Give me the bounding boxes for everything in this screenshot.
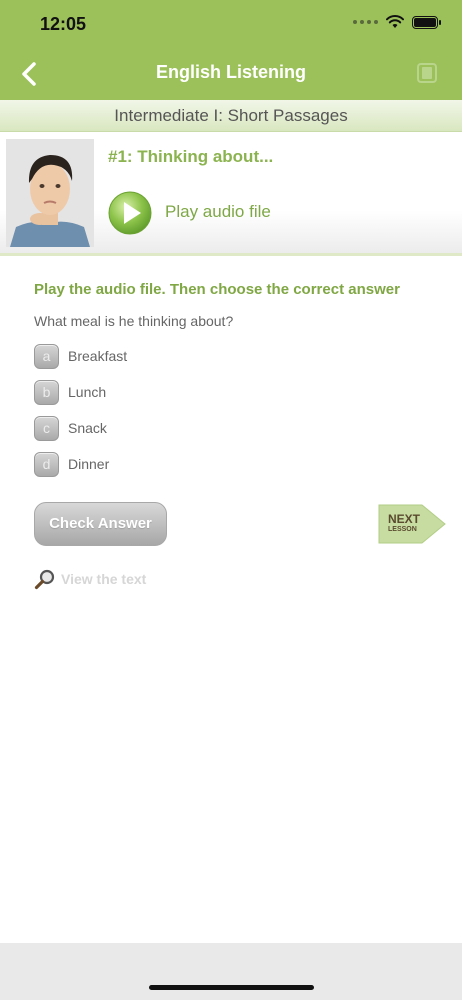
- lesson-photo: [6, 139, 94, 247]
- wifi-icon: [386, 15, 404, 28]
- top-bar: 12:05 English Listening: [0, 0, 462, 100]
- option-label[interactable]: Snack: [68, 420, 107, 436]
- check-answer-button[interactable]: Check Answer: [34, 502, 167, 546]
- status-time: 12:05: [40, 14, 87, 34]
- lesson-title: #1: Thinking about...: [108, 147, 274, 166]
- answer-option-c[interactable]: c Snack: [34, 415, 107, 441]
- play-audio-button[interactable]: [108, 191, 152, 235]
- option-label[interactable]: Dinner: [68, 456, 109, 472]
- next-label: NEXT: [388, 512, 421, 526]
- option-label[interactable]: Lunch: [68, 384, 106, 400]
- next-lesson-button[interactable]: NEXT LESSON: [378, 504, 446, 544]
- status-icons: [353, 15, 441, 29]
- option-letter-box[interactable]: d: [34, 451, 59, 477]
- cellular-signal-icon: [353, 20, 378, 24]
- view-text-link[interactable]: View the text: [34, 568, 146, 590]
- answer-option-a[interactable]: a Breakfast: [34, 343, 127, 369]
- book-icon[interactable]: [416, 62, 438, 84]
- lesson-card: #1: Thinking about... Play audio file: [0, 132, 462, 256]
- battery-icon: [412, 15, 441, 29]
- section-subheader: Intermediate I: Short Passages: [0, 100, 462, 132]
- home-indicator[interactable]: [149, 985, 314, 990]
- option-letter-box[interactable]: a: [34, 343, 59, 369]
- nav-title: English Listening: [155, 62, 306, 82]
- view-text-label[interactable]: View the text: [61, 571, 146, 587]
- next-sub-label: LESSON: [388, 526, 417, 533]
- option-label[interactable]: Breakfast: [68, 348, 127, 364]
- quiz-question: What meal is he thinking about?: [34, 313, 234, 329]
- answer-option-d[interactable]: d Dinner: [34, 451, 109, 477]
- bottom-bar: [0, 943, 462, 1000]
- magnifier-icon: [34, 569, 55, 590]
- quiz-instruction: Play the audio file. Then choose the cor…: [34, 281, 400, 298]
- play-audio-label[interactable]: Play audio file: [165, 202, 271, 222]
- answer-option-b[interactable]: b Lunch: [34, 379, 106, 405]
- option-letter-box[interactable]: b: [34, 379, 59, 405]
- option-letter-box[interactable]: c: [34, 415, 59, 441]
